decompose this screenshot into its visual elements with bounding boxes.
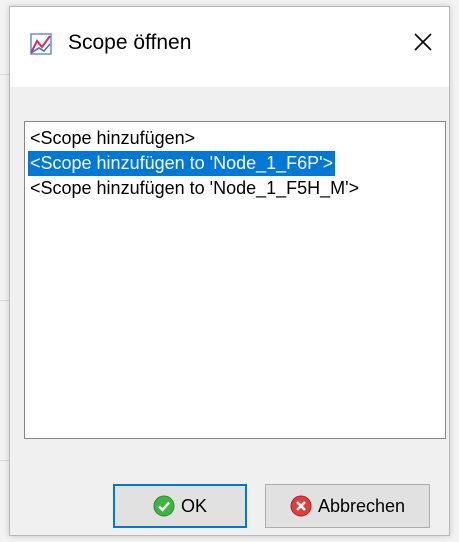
button-bar: OK Abbrechen [10,454,449,535]
title-bar: Scope öffnen [10,7,449,87]
scope-listbox[interactable]: <Scope hinzufügen> <Scope hinzufügen to … [24,121,446,439]
dialog-body: <Scope hinzufügen> <Scope hinzufügen to … [10,87,449,535]
close-button[interactable] [406,27,440,61]
scope-chart-icon [30,33,52,55]
close-icon [413,32,433,57]
cancel-button-label: Abbrechen [317,495,406,516]
cancel-button[interactable]: Abbrechen [265,484,430,528]
ok-button[interactable]: OK [113,484,247,528]
list-item-add-scope-node-f6p[interactable]: <Scope hinzufügen to 'Node_1_F6P'> [28,151,336,176]
dialog-title: Scope öffnen [68,31,192,54]
scope-open-dialog: Scope öffnen <Scope hinzufügen> <Scope h… [9,6,450,536]
check-circle-icon [153,495,175,517]
list-item-add-scope-node-f5h-m[interactable]: <Scope hinzufügen to 'Node_1_F5H_M'> [28,176,361,201]
cancel-circle-icon [290,495,312,517]
list-item-add-scope[interactable]: <Scope hinzufügen> [28,126,197,151]
ok-button-label: OK [180,495,207,516]
